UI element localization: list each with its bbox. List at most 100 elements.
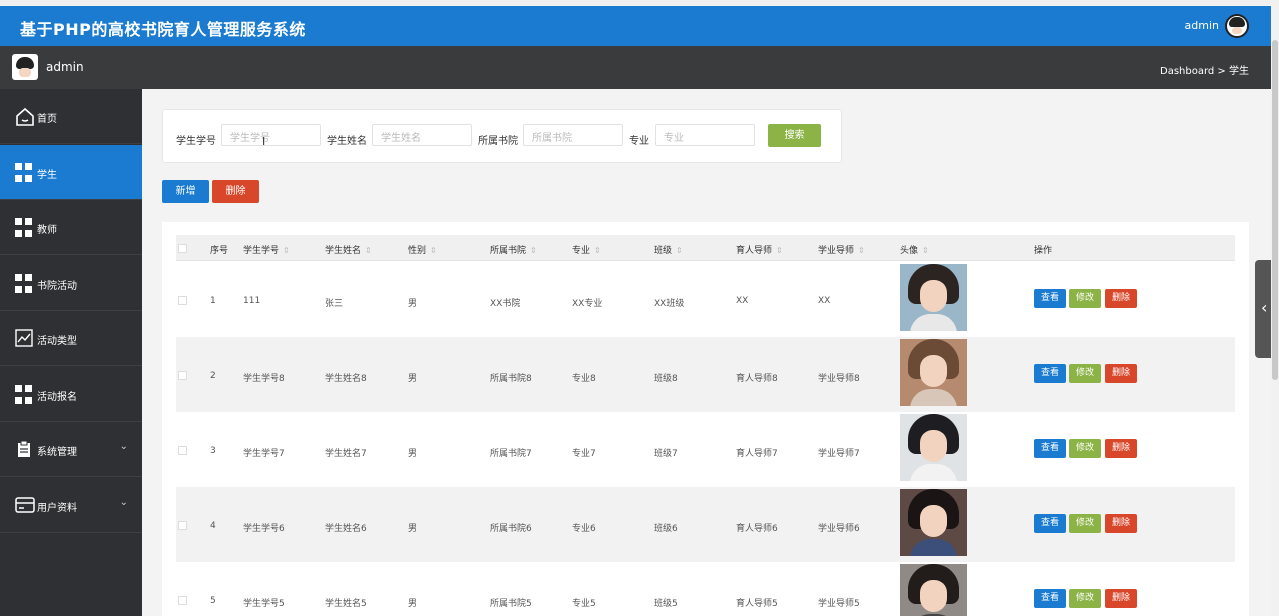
- header-sid[interactable]: 学生学号 ⇕: [243, 243, 290, 256]
- breadcrumb: Dashboard > 学生: [1160, 66, 1249, 77]
- delete-button[interactable]: 删除: [1105, 364, 1137, 383]
- add-button[interactable]: 新增: [162, 180, 209, 203]
- sidebar-item-activities[interactable]: 书院活动: [0, 256, 142, 311]
- table-row: 5 学生学号5 学生姓名5 男 所属书院5 专业5 班级5 育人导师5 学业导师…: [176, 562, 1235, 616]
- edit-button[interactable]: 修改: [1069, 289, 1101, 308]
- cell-college: XX书院: [490, 299, 521, 309]
- cell-college: 所属书院7: [490, 449, 532, 459]
- cell-college: 所属书院6: [490, 524, 532, 534]
- row-checkbox[interactable]: [178, 371, 187, 380]
- cell-tutor: 学业导师5: [818, 599, 860, 609]
- search-input-major[interactable]: 专业: [655, 124, 755, 146]
- student-photo: [900, 414, 967, 481]
- top-header: 基于PHP的高校书院育人管理服务系统 admin: [0, 6, 1271, 46]
- cell-college: 所属书院5: [490, 599, 532, 609]
- sidebar-item-teachers[interactable]: 教师: [0, 200, 142, 255]
- row-checkbox[interactable]: [178, 596, 187, 605]
- header-avatar[interactable]: [1225, 14, 1249, 38]
- text-cursor-icon: I: [262, 135, 266, 148]
- student-photo: [900, 489, 967, 556]
- search-input-sid[interactable]: 学生学号: [221, 124, 321, 146]
- app-title: 基于PHP的高校书院育人管理服务系统: [20, 20, 306, 39]
- cell-tutor: 学业导师6: [818, 524, 860, 534]
- cell-major: XX专业: [572, 299, 603, 309]
- sidebar-item-label: 首页: [37, 114, 57, 125]
- cell-class: 班级8: [654, 374, 678, 384]
- view-button[interactable]: 查看: [1034, 364, 1066, 383]
- bulk-delete-button[interactable]: 删除: [212, 180, 259, 203]
- view-button[interactable]: 查看: [1034, 589, 1066, 608]
- header-class[interactable]: 班级 ⇕: [654, 243, 683, 256]
- cell-college: 所属书院8: [490, 374, 532, 384]
- cell-tutor: 学业导师8: [818, 374, 860, 384]
- header-avatar[interactable]: 头像 ⇕: [900, 243, 929, 256]
- edit-button[interactable]: 修改: [1069, 514, 1101, 533]
- scrollbar-thumb[interactable]: [1272, 40, 1278, 380]
- home-icon: [15, 107, 35, 127]
- cell-mentor: 育人导师5: [736, 599, 778, 609]
- edit-button[interactable]: 修改: [1069, 589, 1101, 608]
- sidebar-item-students[interactable]: 学生: [0, 145, 142, 200]
- header-username[interactable]: admin: [1185, 19, 1219, 32]
- search-input-name[interactable]: 学生姓名: [372, 124, 472, 146]
- sidebar-item-system[interactable]: 系统管理 ⌄: [0, 422, 142, 477]
- header-actions: 操作: [1034, 246, 1053, 256]
- delete-button[interactable]: 删除: [1105, 514, 1137, 533]
- header-college[interactable]: 所属书院 ⇕: [490, 243, 537, 256]
- row-checkbox[interactable]: [178, 521, 187, 530]
- view-button[interactable]: 查看: [1034, 439, 1066, 458]
- cell-mentor: 育人导师7: [736, 449, 778, 459]
- cell-class: 班级7: [654, 449, 678, 459]
- student-table: 序号 学生学号 ⇕ 学生姓名 ⇕ 性别 ⇕ 所属书院 ⇕ 专业 ⇕ 班级 ⇕ 育人导师 ⇕ 学…: [162, 222, 1249, 616]
- page-scrollbar[interactable]: [1271, 0, 1279, 616]
- header-gender[interactable]: 性别 ⇕: [408, 243, 437, 256]
- table-row: 4 学生学号6 学生姓名6 男 所属书院6 专业6 班级6 育人导师6 学业导师…: [176, 487, 1235, 562]
- sidebar-item-home[interactable]: 首页: [0, 89, 142, 144]
- grid-icon: [15, 385, 35, 405]
- cell-name: 学生姓名7: [325, 449, 367, 459]
- sidebar-username: admin: [46, 60, 84, 74]
- view-button[interactable]: 查看: [1034, 514, 1066, 533]
- chevron-down-icon: ⌄: [119, 441, 128, 452]
- edit-button[interactable]: 修改: [1069, 439, 1101, 458]
- cell-major: 专业8: [572, 374, 596, 384]
- cell-gender: 男: [408, 599, 418, 609]
- header-tutor[interactable]: 学业导师 ⇕: [818, 243, 865, 256]
- sidebar-item-registrations[interactable]: 活动报名: [0, 367, 142, 422]
- header-mentor[interactable]: 育人导师 ⇕: [736, 243, 783, 256]
- header-name[interactable]: 学生姓名 ⇕: [325, 243, 372, 256]
- cell-no: 4: [210, 521, 216, 531]
- cell-sid: 学生学号8: [243, 374, 285, 384]
- search-button[interactable]: 搜索: [768, 124, 821, 147]
- delete-button[interactable]: 删除: [1105, 589, 1137, 608]
- cell-sid: 学生学号6: [243, 524, 285, 534]
- table-row: 2 学生学号8 学生姓名8 男 所属书院8 专业8 班级8 育人导师8 学业导师…: [176, 337, 1235, 412]
- sidebar-item-activity-types[interactable]: 活动类型: [0, 311, 142, 366]
- cell-gender: 男: [408, 299, 418, 309]
- cell-name: 张三: [325, 299, 344, 309]
- student-photo: [900, 339, 967, 406]
- user-avatar: [12, 54, 38, 80]
- cell-mentor: XX: [736, 296, 749, 306]
- sidebar-item-label: 活动类型: [37, 336, 77, 347]
- cell-no: 3: [210, 446, 216, 456]
- student-photo: [900, 564, 967, 616]
- view-button[interactable]: 查看: [1034, 289, 1066, 308]
- sidebar-item-label: 学生: [37, 170, 57, 181]
- row-checkbox[interactable]: [178, 446, 187, 455]
- cell-major: 专业7: [572, 449, 596, 459]
- row-checkbox[interactable]: [178, 296, 187, 305]
- sidebar-item-label: 教师: [37, 225, 57, 236]
- cell-no: 2: [210, 371, 216, 381]
- chevron-down-icon: ⌄: [119, 497, 128, 508]
- header-major[interactable]: 专业 ⇕: [572, 243, 601, 256]
- cell-class: XX班级: [654, 299, 685, 309]
- select-all-checkbox[interactable]: [178, 244, 187, 253]
- sidebar-item-label: 活动报名: [37, 392, 77, 403]
- delete-button[interactable]: 删除: [1105, 439, 1137, 458]
- delete-button[interactable]: 删除: [1105, 289, 1137, 308]
- sidebar-item-profile[interactable]: 用户资料 ⌄: [0, 478, 142, 533]
- search-input-college[interactable]: 所属书院: [523, 124, 623, 146]
- user-bar: admin Dashboard > 学生: [0, 46, 1271, 89]
- edit-button[interactable]: 修改: [1069, 364, 1101, 383]
